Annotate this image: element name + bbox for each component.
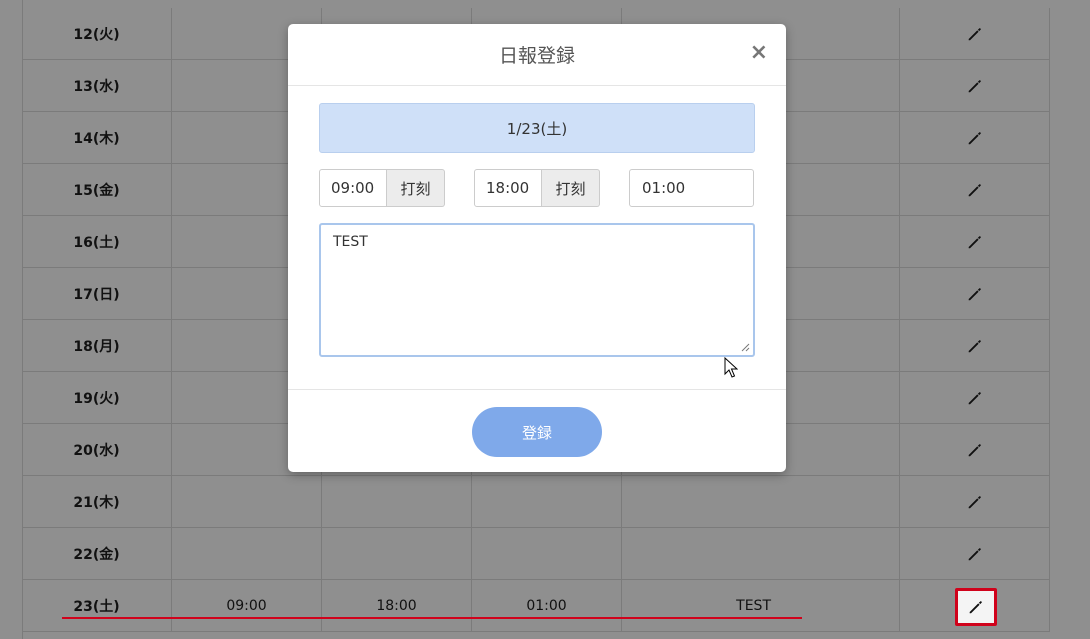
pencil-icon[interactable]	[966, 493, 984, 511]
pencil-icon[interactable]	[966, 233, 984, 251]
edit-button[interactable]	[900, 8, 1050, 59]
date-banner: 1/23(土)	[319, 103, 755, 153]
day-cell: 22(金)	[22, 528, 172, 579]
memo-cell	[622, 476, 900, 527]
edit-button[interactable]	[900, 424, 1050, 475]
daily-report-modal: 日報登録 × 1/23(土) 09:00 打刻 18:00 打刻 01:00 T…	[288, 24, 786, 472]
submit-button[interactable]: 登録	[472, 407, 602, 457]
break-time-cell	[472, 476, 622, 527]
edit-button[interactable]	[900, 268, 1050, 319]
table-left-border	[22, 0, 23, 639]
edit-button[interactable]	[900, 60, 1050, 111]
resize-grip-icon[interactable]	[740, 342, 750, 352]
day-cell: 18(月)	[22, 320, 172, 371]
table-row: 21(木)	[22, 476, 1050, 528]
highlight-underline	[62, 617, 802, 619]
mouse-cursor-icon	[724, 357, 738, 378]
pencil-icon[interactable]	[966, 25, 984, 43]
start-time-cell	[172, 476, 322, 527]
edit-button[interactable]	[900, 476, 1050, 527]
start-time-input[interactable]: 09:00	[319, 169, 387, 207]
memo-textarea[interactable]: TEST	[319, 223, 755, 357]
end-time-input[interactable]: 18:00	[474, 169, 542, 207]
pencil-icon[interactable]	[966, 181, 984, 199]
pencil-icon[interactable]	[966, 389, 984, 407]
edit-button[interactable]	[900, 320, 1050, 371]
pencil-icon[interactable]	[966, 129, 984, 147]
pencil-icon[interactable]	[966, 545, 984, 563]
pencil-icon[interactable]	[966, 285, 984, 303]
day-cell: 23(土)	[22, 580, 172, 631]
table-row: 23(土) 09:00 18:00 01:00 TEST	[22, 580, 1050, 632]
break-time-input[interactable]: 01:00	[629, 169, 754, 207]
break-time-cell: 01:00	[472, 580, 622, 631]
table-row: 22(金)	[22, 528, 1050, 580]
start-time-cell	[172, 528, 322, 579]
pencil-icon[interactable]	[966, 441, 984, 459]
start-stamp-button[interactable]: 打刻	[387, 169, 445, 207]
edit-button[interactable]	[900, 528, 1050, 579]
day-cell: 13(水)	[22, 60, 172, 111]
start-time-group: 09:00 打刻	[319, 169, 445, 207]
day-cell: 12(火)	[22, 8, 172, 59]
break-time-cell	[472, 528, 622, 579]
modal-title: 日報登録	[498, 45, 575, 67]
memo-cell: TEST	[622, 580, 900, 631]
edit-button[interactable]	[900, 372, 1050, 423]
end-time-cell	[322, 476, 472, 527]
day-cell: 17(日)	[22, 268, 172, 319]
memo-text: TEST	[333, 234, 368, 250]
day-cell: 14(木)	[22, 112, 172, 163]
end-time-cell: 18:00	[322, 580, 472, 631]
day-cell: 20(水)	[22, 424, 172, 475]
day-cell: 16(土)	[22, 216, 172, 267]
highlight-edit-button	[955, 588, 997, 626]
day-cell: 21(木)	[22, 476, 172, 527]
day-cell: 15(金)	[22, 164, 172, 215]
day-cell: 19(火)	[22, 372, 172, 423]
pencil-icon[interactable]	[967, 598, 985, 616]
pencil-icon[interactable]	[966, 337, 984, 355]
edit-button[interactable]	[900, 216, 1050, 267]
end-stamp-button[interactable]: 打刻	[542, 169, 600, 207]
end-time-cell	[322, 528, 472, 579]
modal-footer: 登録	[288, 389, 786, 472]
edit-button[interactable]	[900, 164, 1050, 215]
modal-header: 日報登録 ×	[288, 24, 786, 86]
memo-cell	[622, 528, 900, 579]
start-time-cell: 09:00	[172, 580, 322, 631]
end-time-group: 18:00 打刻	[474, 169, 600, 207]
pencil-icon[interactable]	[966, 77, 984, 95]
edit-button[interactable]	[900, 112, 1050, 163]
close-button[interactable]: ×	[750, 42, 768, 64]
